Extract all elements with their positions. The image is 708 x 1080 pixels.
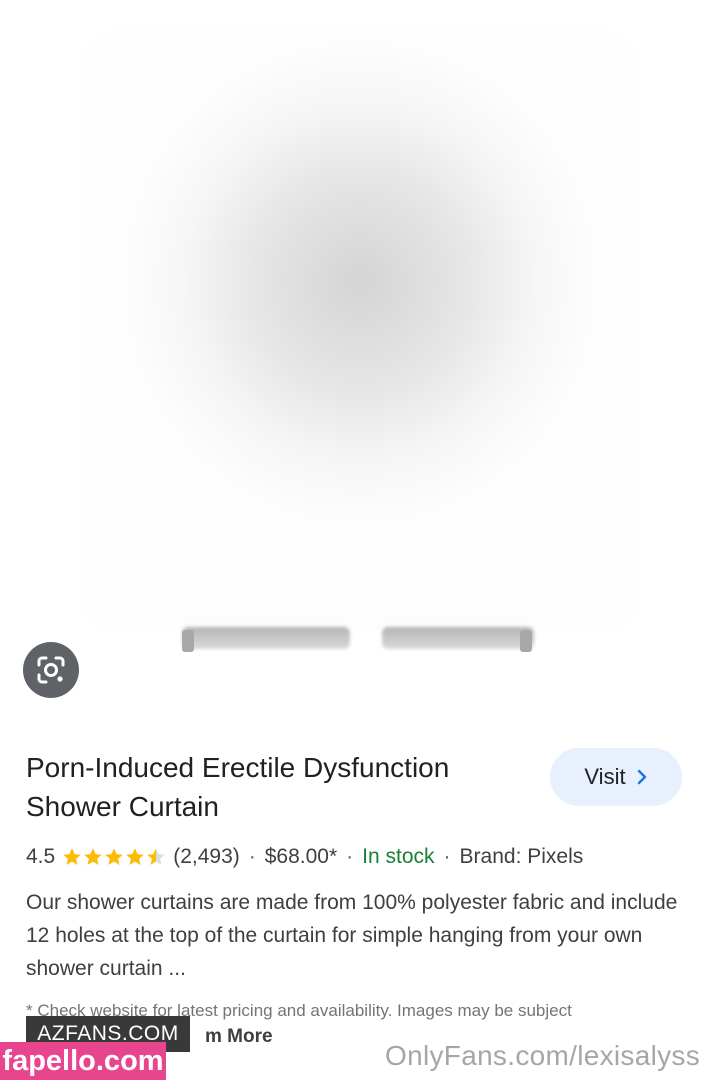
star-icon [84,848,102,865]
shower-curtain-image [80,30,640,630]
stock-status: In stock [362,845,435,868]
product-title[interactable]: Porn-Induced Erectile Dysfunction Shower… [26,748,526,826]
google-lens-icon [37,656,65,684]
learn-more-link[interactable]: m More [205,1026,273,1048]
product-description: Our shower curtains are made from 100% p… [26,891,678,980]
star-icon [105,848,123,865]
rating-value: 4.5 [26,845,56,868]
separator: · [346,845,354,868]
onlyfans-watermark: OnlyFans.com/lexisalyss [385,1040,700,1071]
curtain-rod-right [382,627,534,649]
review-count[interactable]: (2,493) [173,845,240,869]
fapello-watermark: fapello.com [0,1042,166,1080]
visit-button-label: Visit [584,764,626,789]
google-lens-button[interactable] [23,642,79,698]
star-icon [63,848,81,865]
chevron-right-icon [637,769,646,785]
curtain-rod-left [182,627,350,649]
price: $68.00* [264,845,338,868]
curtain-rod-end [182,630,194,652]
star-icon [147,848,165,865]
curtain-rod-end [520,630,532,652]
product-image[interactable] [0,0,708,720]
visit-button[interactable]: Visit [550,748,682,806]
rating-stars [62,847,167,867]
separator: · [443,845,451,868]
separator: · [248,845,256,868]
star-icon [126,848,144,865]
brand: Brand: Pixels [459,845,584,868]
product-meta-row: 4.5 (2,493) · $68.00* · In stock · Brand… [26,842,583,872]
